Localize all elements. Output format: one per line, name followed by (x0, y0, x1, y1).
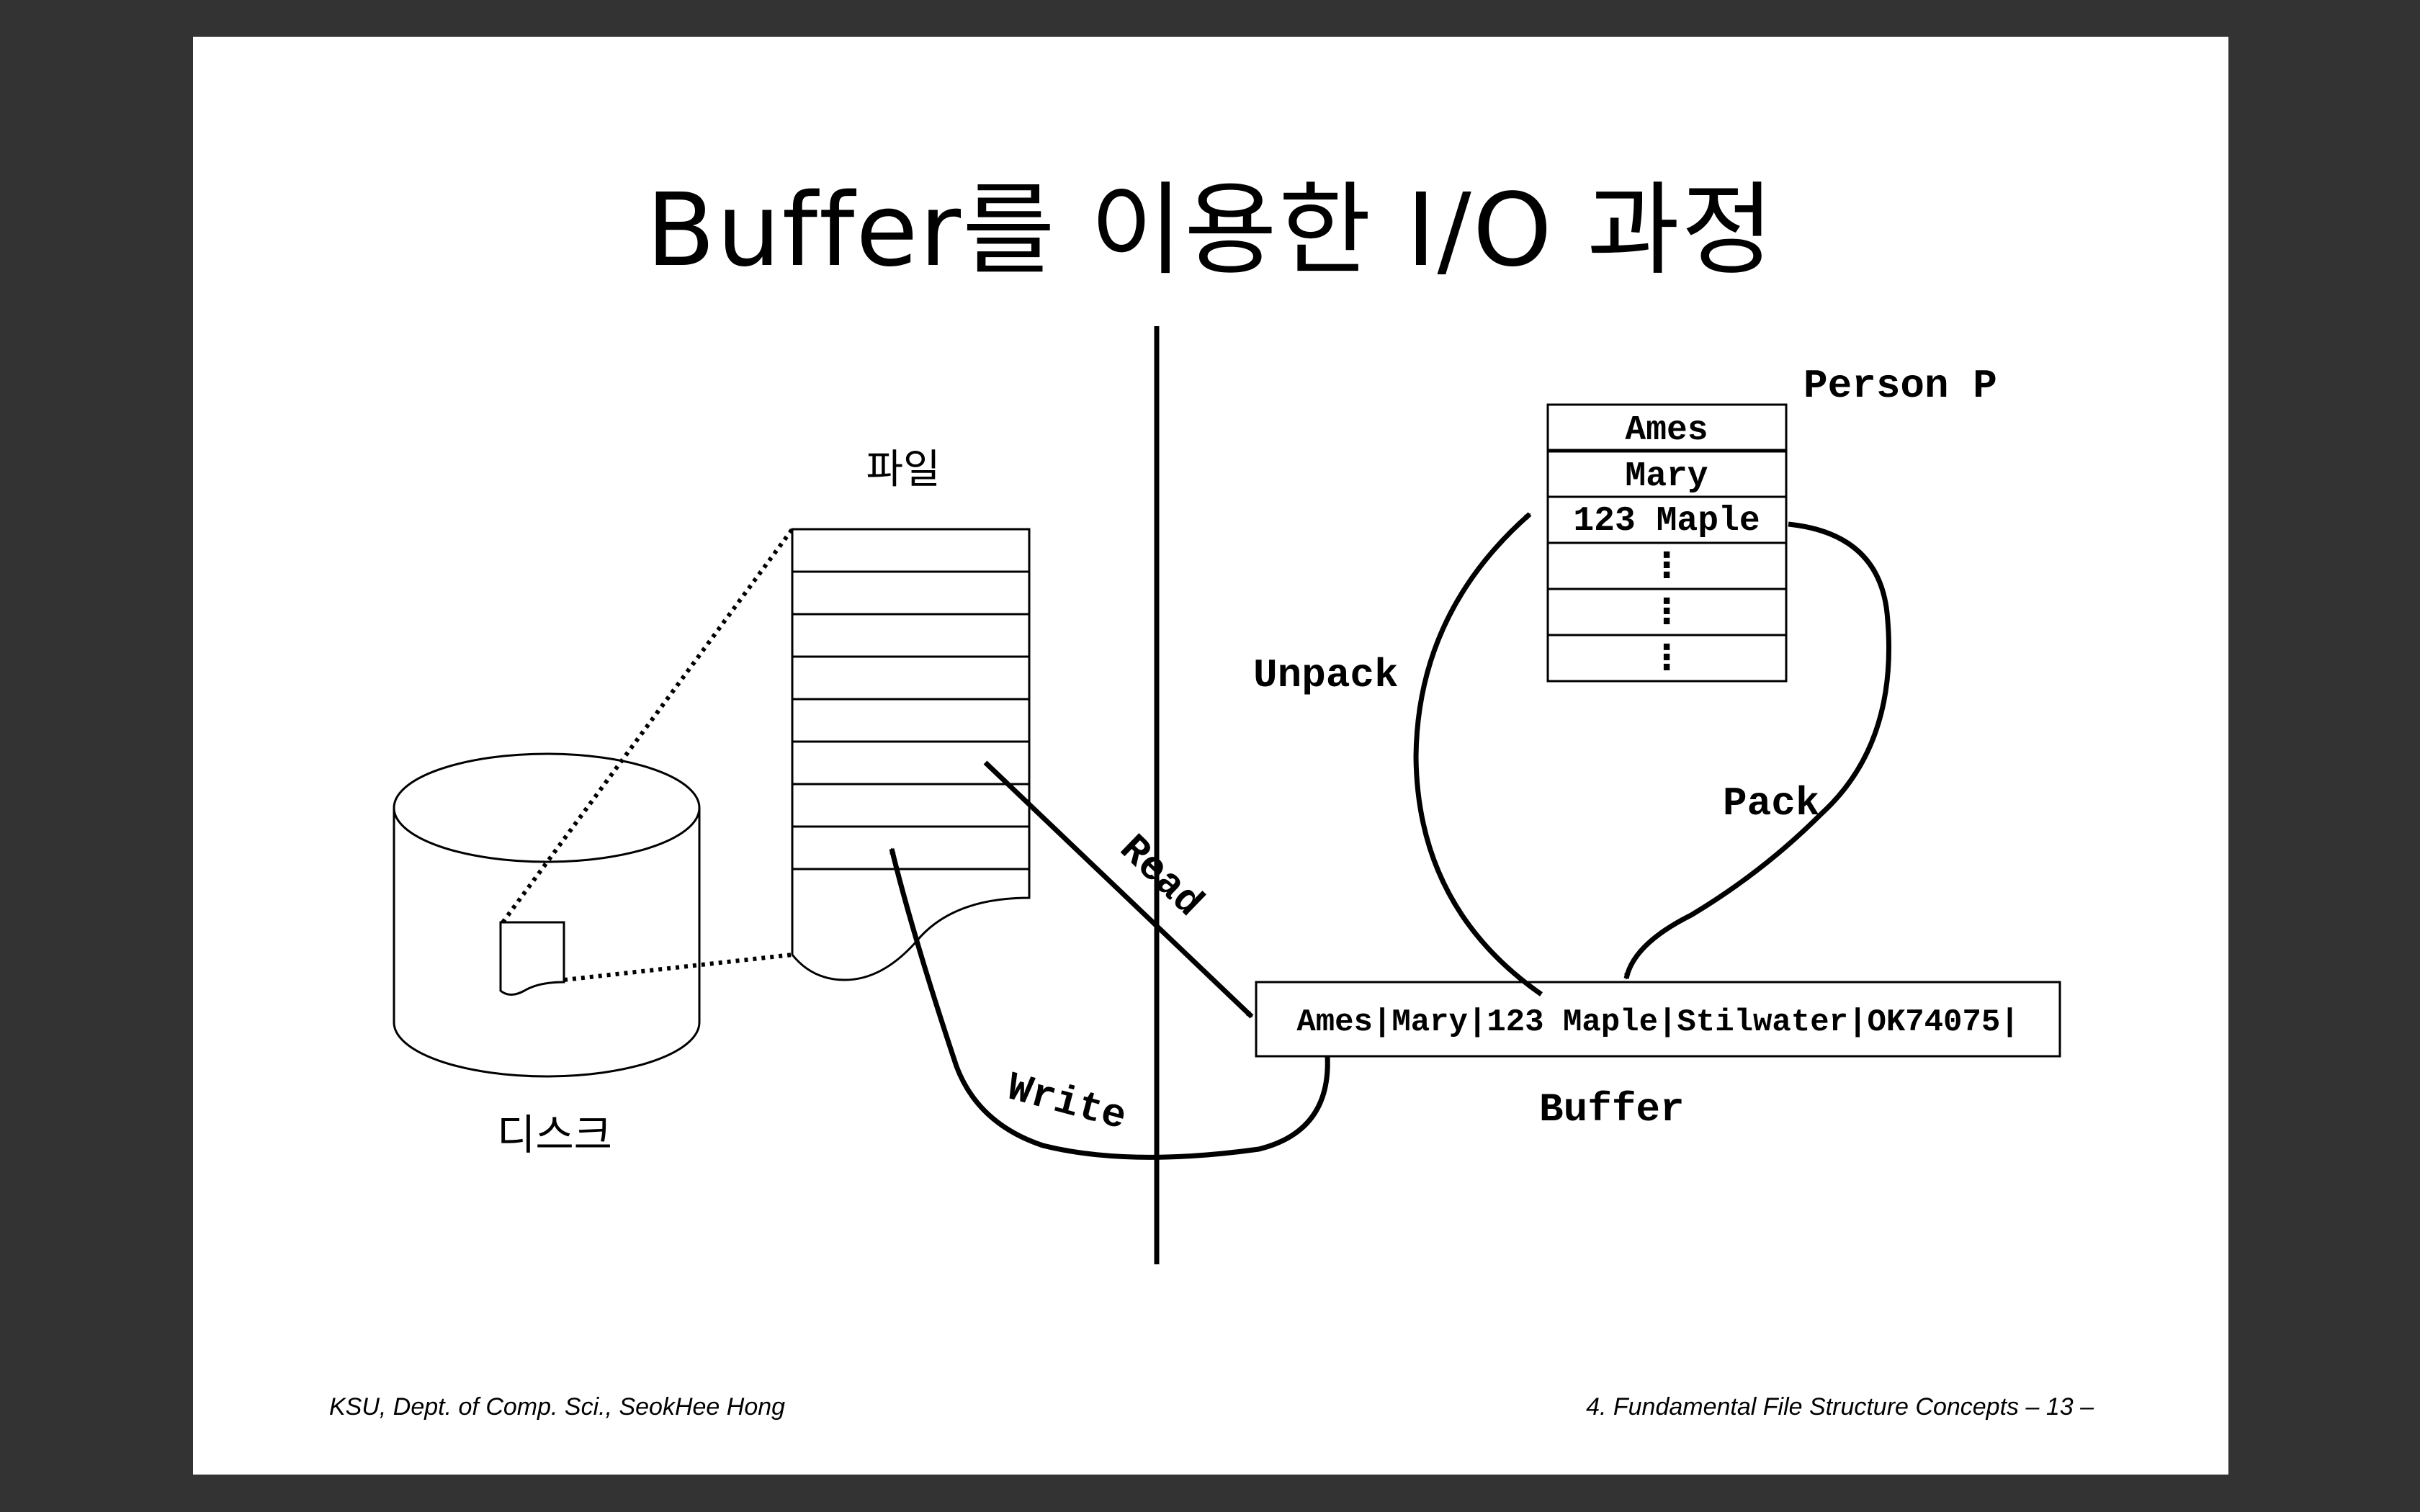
disk-cylinder (393, 752, 701, 1078)
disk-record (499, 921, 565, 996)
footer-author: KSU, Dept. of Comp. Sci., SeokHee Hong (329, 1393, 786, 1421)
person-label: Person P (1803, 363, 1997, 409)
read-label: Read (1110, 826, 1211, 926)
person-field-more-2: ⋮ (1649, 591, 1684, 631)
unpack-label: Unpack (1253, 652, 1399, 698)
buffer-io-diagram: 디스크 파일 Ames Mary 123 Maple ⋮ ⋮ ⋮ Person … (393, 326, 2061, 1264)
person-field-last: Ames (1625, 411, 1708, 450)
buffer-content: Ames|Mary|123 Maple|Stilwater|OK74075| (1296, 1004, 2019, 1040)
buffer-label: Buffer (1539, 1086, 1685, 1133)
footer-chapter-page: 4. Fundamental File Structure Concepts –… (1586, 1393, 2094, 1421)
pack-label: Pack (1723, 780, 1819, 827)
person-field-more-3: ⋮ (1649, 637, 1684, 678)
disk-label: 디스크 (497, 1110, 612, 1159)
person-field-more-1: ⋮ (1649, 545, 1684, 585)
unpack-arrow (1413, 512, 1543, 996)
zoom-line-bottom (563, 953, 793, 982)
person-record-table: Ames Mary 123 Maple ⋮ ⋮ ⋮ (1546, 403, 1788, 683)
slide: Buffer를 이용한 I/O 과정 디스크 파일 Ames Mary 123 … (193, 37, 2228, 1475)
person-field-address: 123 Maple (1573, 502, 1760, 541)
write-label: Write (1003, 1065, 1131, 1140)
zoom-line-top (501, 528, 794, 924)
file-label: 파일 (866, 446, 940, 493)
person-field-first: Mary (1625, 457, 1708, 496)
